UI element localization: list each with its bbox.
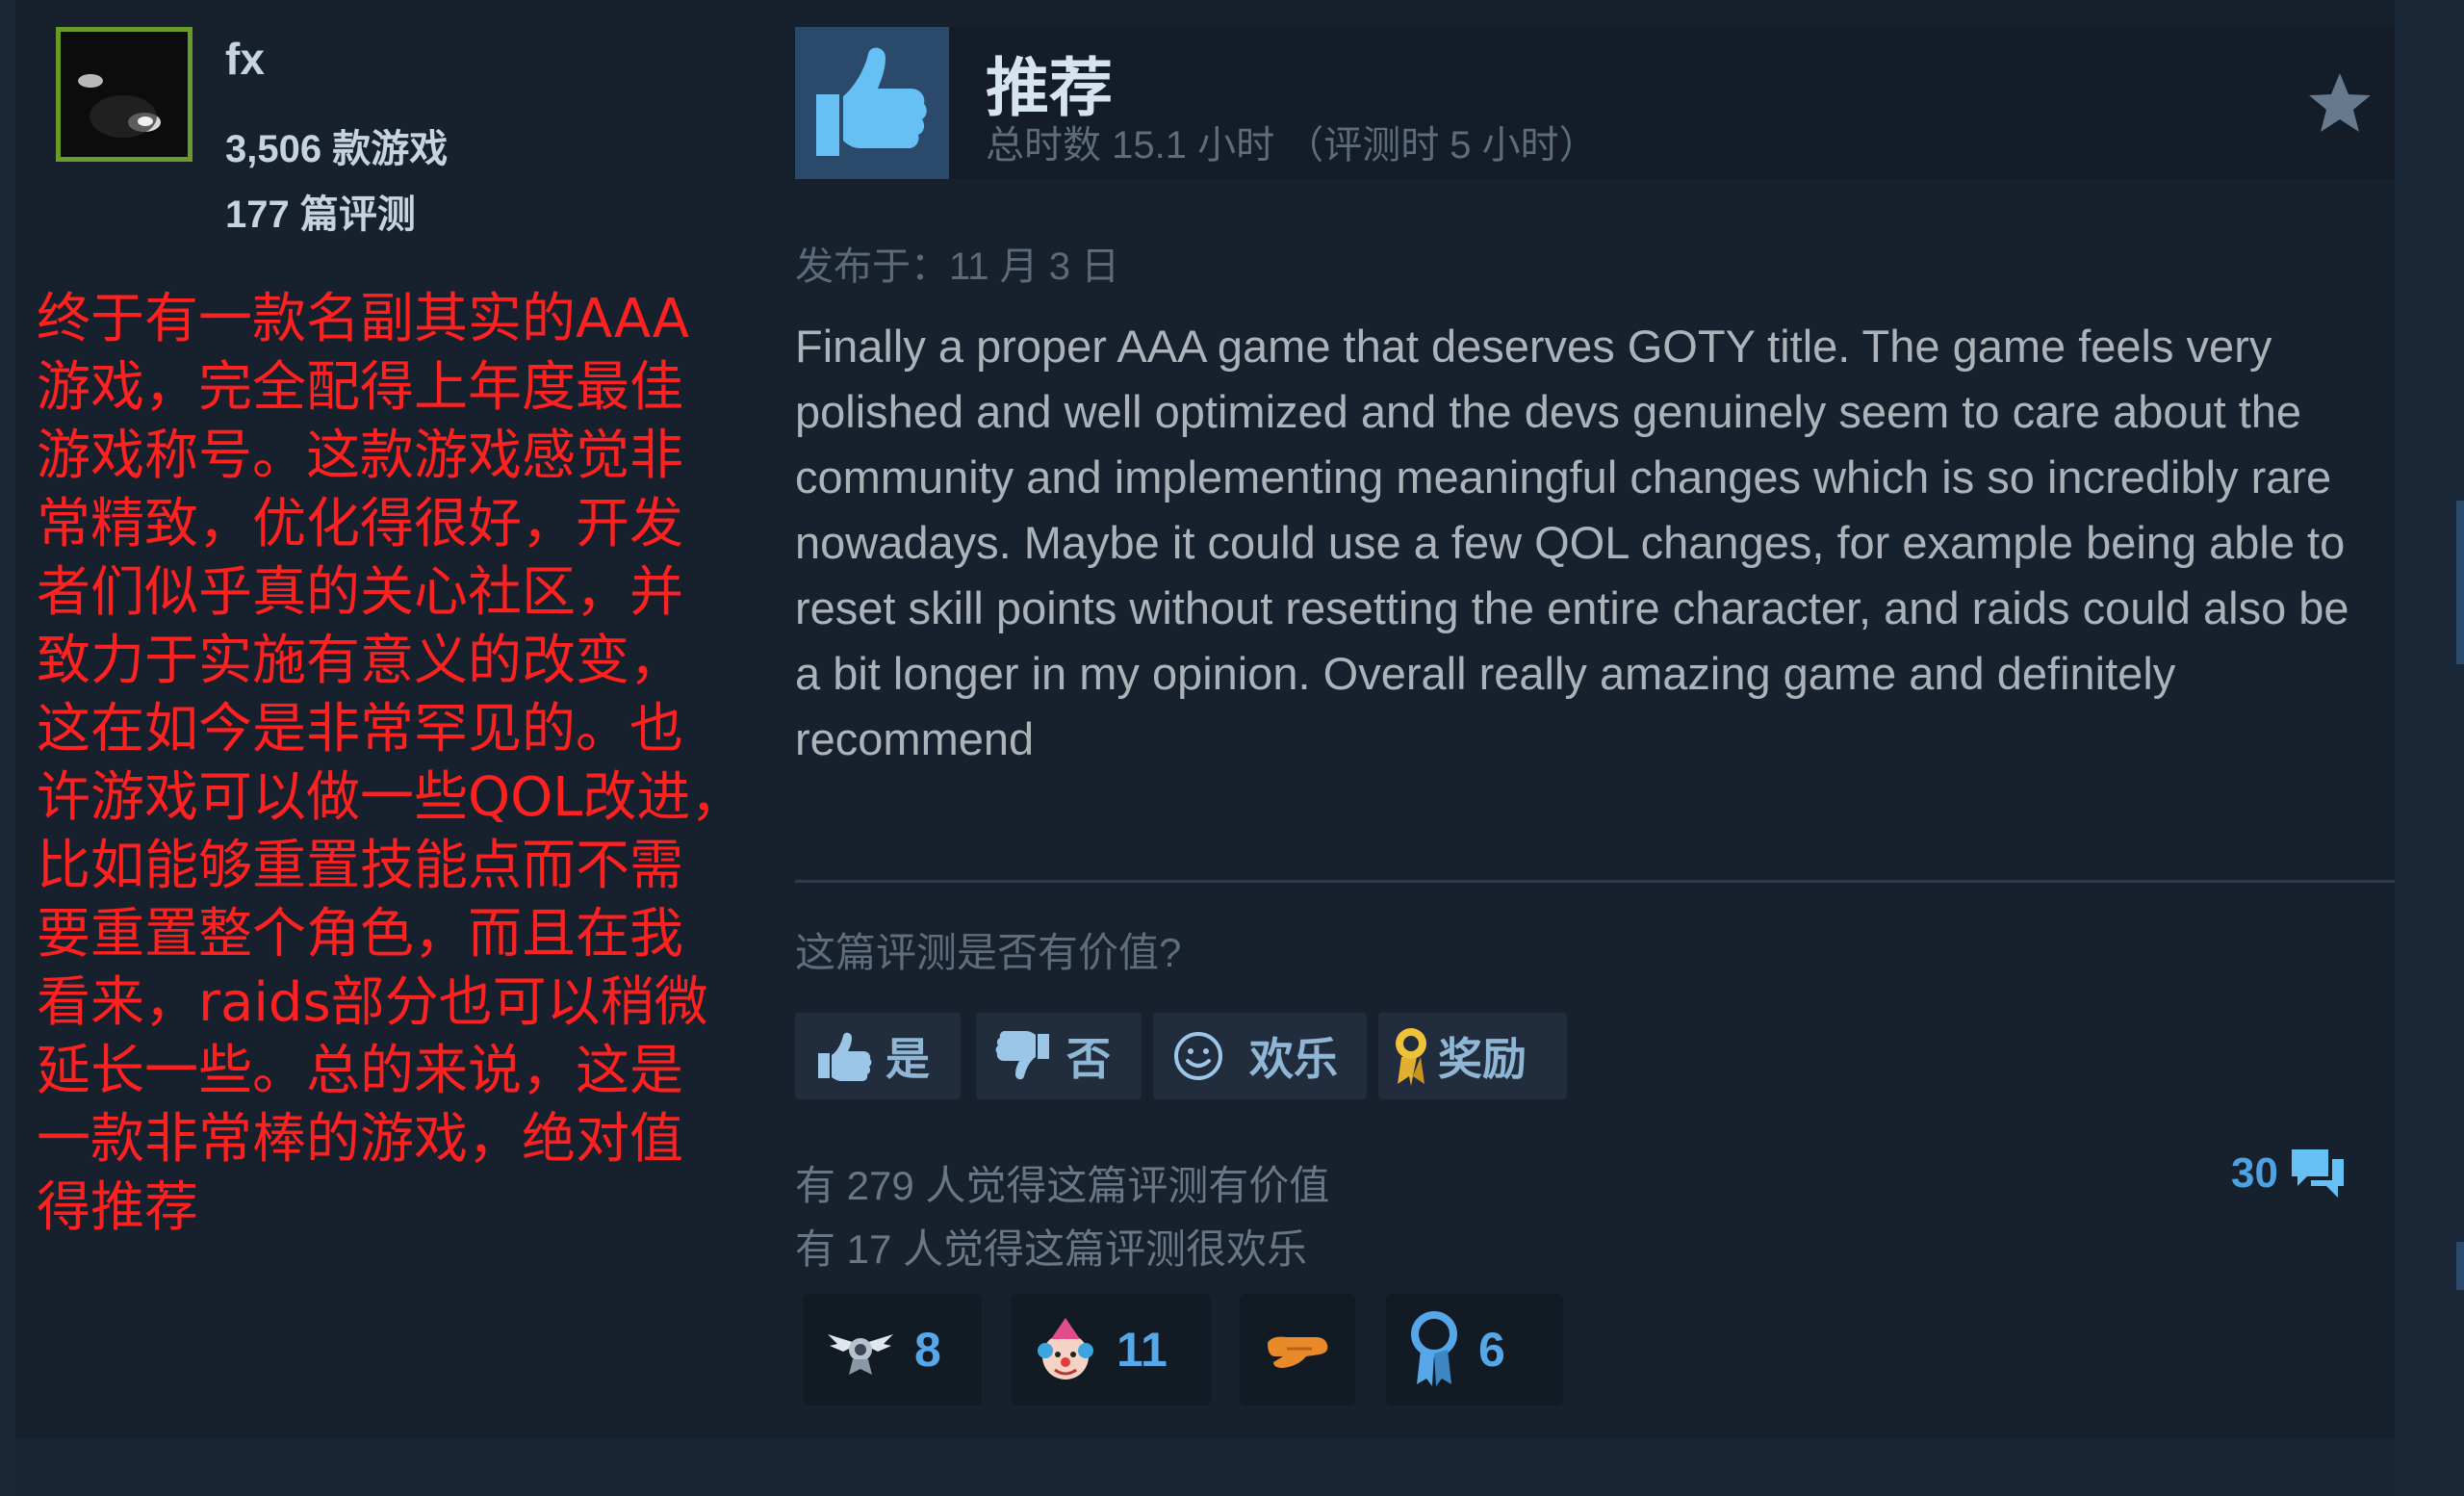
star-icon[interactable]	[2306, 69, 2374, 137]
funny-count-text: 有 17 人觉得这篇评测很欢乐	[795, 1226, 1308, 1272]
translation-annotation: 终于有一款名副其实的AAA 游戏，完全配得上年度最佳 游戏称号。这款游戏感觉非 …	[37, 288, 745, 1239]
vote-yes-label: 是	[886, 1034, 930, 1084]
clown-face-award-icon	[1038, 1318, 1093, 1380]
award-button[interactable]: 奖励	[1378, 1013, 1567, 1099]
comment-count: 30	[2231, 1149, 2278, 1197]
scrollbar-mark	[2456, 1242, 2464, 1290]
ribbon-medal-award-icon	[1411, 1311, 1457, 1386]
helpful-count-text: 有 279 人觉得这篇评测有价值	[795, 1163, 1330, 1208]
card-footer-strip	[15, 1438, 2395, 1496]
award-count: 8	[914, 1323, 941, 1377]
award-count: 6	[1478, 1323, 1505, 1377]
award-chip[interactable]	[1240, 1294, 1355, 1406]
vote-yes-button[interactable]: 是	[795, 1013, 961, 1099]
user-avatar[interactable]	[56, 27, 192, 162]
vote-funny-button[interactable]: 欢乐	[1153, 1013, 1367, 1099]
award-chip[interactable]: 11	[1011, 1294, 1211, 1406]
user-name[interactable]: fx	[225, 33, 265, 85]
page-right-margin	[2395, 0, 2464, 1496]
thumbs-down-icon	[995, 1031, 1049, 1080]
award-count: 11	[1116, 1323, 1168, 1377]
comments-link[interactable]: 30	[2231, 1144, 2348, 1203]
divider	[795, 880, 2395, 883]
smiley-icon	[1174, 1032, 1222, 1080]
helpful-question: 这篇评测是否有价值?	[795, 930, 1182, 975]
review-posted-date: 发布于：11 月 3 日	[795, 245, 1120, 288]
speech-bubble-icon	[2291, 1149, 2344, 1198]
user-games-count[interactable]: 3,506 款游戏	[225, 117, 448, 173]
review-body-text: Finally a proper AAA game that deserves …	[795, 321, 2349, 764]
vote-funny-label: 欢乐	[1249, 1034, 1338, 1084]
thumbs-up-icon	[818, 1032, 872, 1081]
user-reviews-count[interactable]: 177 篇评测	[225, 183, 416, 239]
scrollbar-mark	[2456, 501, 2464, 664]
award-ribbon-icon	[1396, 1028, 1426, 1086]
thumbs-up-icon	[795, 27, 949, 179]
review-hours: 总时数 15.1 小时 （评测时 5 小时）	[986, 124, 1598, 167]
vote-no-button[interactable]: 否	[976, 1013, 1142, 1099]
winged-award-icon	[828, 1334, 893, 1375]
award-chip[interactable]: 8	[803, 1294, 982, 1406]
award-chip[interactable]: 6	[1386, 1294, 1563, 1406]
vote-no-label: 否	[1066, 1034, 1111, 1084]
hand-award-icon	[1268, 1336, 1328, 1368]
award-label: 奖励	[1438, 1034, 1527, 1084]
